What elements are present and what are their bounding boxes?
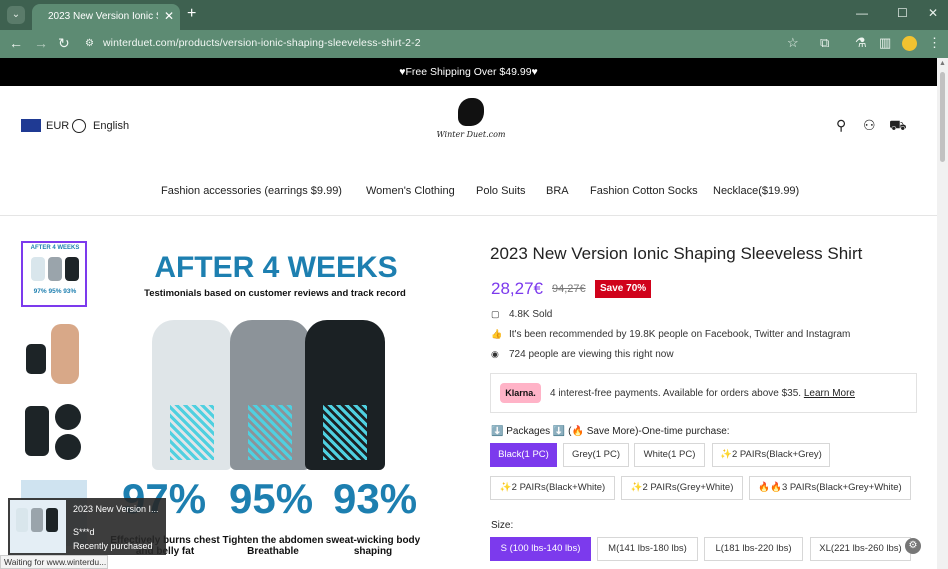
close-icon[interactable]: ✕: [164, 9, 174, 23]
eu-flag-icon: [21, 119, 41, 132]
nav-item-fashion-accessories[interactable]: Fashion accessories (earrings $9.99): [161, 185, 342, 197]
klarna-text: 4 interest-free payments. Available for …: [550, 388, 855, 399]
currency-selector[interactable]: EUR: [21, 119, 69, 132]
search-icon[interactable]: ⚲: [836, 117, 846, 134]
nav-item-cotton-socks[interactable]: Fashion Cotton Socks: [590, 185, 698, 197]
package-option[interactable]: ✨2 PAIRs(Black+Grey): [712, 443, 830, 467]
recommend-text: It's been recommended by 19.8K people on…: [509, 329, 851, 340]
forward-icon[interactable]: →: [34, 35, 48, 51]
gallery-thumbnail[interactable]: [21, 322, 87, 388]
package-option[interactable]: Black(1 PC): [490, 443, 557, 467]
package-option[interactable]: 🔥🔥3 PAIRs(Black+Grey+White): [749, 476, 911, 500]
nav-item-womens-clothing[interactable]: Women's Clothing: [366, 185, 455, 197]
klarna-description: 4 interest-free payments. Available for …: [550, 388, 802, 399]
back-icon[interactable]: ←: [9, 35, 23, 51]
site-logo[interactable]: Winter Duet.com: [432, 98, 510, 146]
main-nav: Fashion accessories (earrings $9.99) Wom…: [0, 185, 937, 201]
thumbs-up-icon: 👍: [491, 329, 503, 339]
scroll-thumb[interactable]: [940, 72, 945, 162]
size-option[interactable]: L(181 lbs-220 lbs): [704, 537, 803, 561]
tab-title: 2023 New Version Ionic Shapi: [48, 11, 158, 22]
popup-subtitle: Recently purchased: [73, 541, 153, 551]
tab-search-icon[interactable]: ⌄: [7, 6, 25, 24]
status-bar: Waiting for www.winterdu...: [0, 555, 108, 569]
currency-label: EUR: [46, 119, 70, 132]
stat-value: 95%: [229, 475, 314, 522]
gallery-thumbnail[interactable]: AFTER 4 WEEKS 97% 95% 93%: [21, 241, 87, 307]
account-icon[interactable]: ⚇: [863, 117, 876, 134]
profile-avatar-icon[interactable]: [902, 36, 917, 51]
language-label: English: [93, 120, 130, 132]
image-headline: AFTER 4 WEEKS: [154, 251, 398, 284]
recent-purchase-popup[interactable]: 2023 New Version I... S***d Recently pur…: [8, 498, 166, 555]
stat-caption: Tighten the abdomen Breathable: [222, 535, 324, 557]
active-tab[interactable]: 2023 New Version Ionic Shapi ✕: [32, 4, 180, 30]
sold-count: ▢ 4.8K Sold: [491, 309, 552, 320]
viewing-text: 724 people are viewing this right now: [509, 349, 674, 360]
tab-strip: ⌄ 2023 New Version Ionic Shapi ✕ + — ☐ ✕: [0, 0, 948, 30]
size-option[interactable]: S (100 lbs-140 lbs): [490, 537, 591, 561]
site-info-icon[interactable]: ⚙: [85, 38, 94, 49]
popup-buyer: S***d: [73, 527, 95, 537]
bookmark-star-icon[interactable]: ☆: [787, 35, 799, 51]
browser-toolbar: ← → ↻ ⚙ winterduet.com/products/version-…: [0, 30, 948, 58]
chat-help-icon[interactable]: ⚙: [905, 538, 921, 554]
extensions-icon[interactable]: ⧉: [820, 35, 829, 51]
close-window-icon[interactable]: ✕: [928, 6, 938, 20]
package-option[interactable]: ✨2 PAIRs(Black+White): [490, 476, 615, 500]
package-option[interactable]: Grey(1 PC): [563, 443, 629, 467]
product-title: 2023 New Version Ionic Shaping Sleeveles…: [490, 244, 863, 263]
eye-icon: ◉: [491, 349, 499, 359]
language-selector[interactable]: English: [72, 119, 129, 133]
nav-item-bra[interactable]: BRA: [546, 185, 569, 197]
original-price: 94,27€: [552, 283, 586, 295]
klarna-box: Klarna. 4 interest-free payments. Availa…: [490, 373, 917, 413]
minimize-icon[interactable]: —: [856, 6, 868, 20]
scroll-up-icon[interactable]: ▲: [939, 60, 946, 67]
nav-item-necklace[interactable]: Necklace($19.99): [713, 185, 799, 197]
divider: [0, 215, 937, 216]
address-bar[interactable]: winterduet.com/products/version-ionic-sh…: [103, 37, 421, 49]
klarna-logo: Klarna.: [500, 383, 541, 403]
stat-value: 93%: [333, 475, 418, 522]
sale-price: 28,27€: [491, 279, 543, 298]
package-option[interactable]: White(1 PC): [634, 443, 705, 467]
recommend-row: 👍 It's been recommended by 19.8K people o…: [491, 329, 850, 340]
cart-icon[interactable]: ⛟: [889, 117, 907, 136]
announcement-bar: ♥Free Shipping Over $49.99♥: [0, 58, 937, 86]
new-tab-icon[interactable]: +: [187, 5, 196, 23]
lab-icon[interactable]: ⚗: [855, 35, 867, 51]
save-badge: Save 70%: [595, 280, 652, 298]
maximize-icon[interactable]: ☐: [897, 6, 908, 20]
size-option[interactable]: XL(221 lbs-260 lbs): [810, 537, 911, 561]
sold-text: 4.8K Sold: [509, 309, 553, 320]
reload-icon[interactable]: ↻: [58, 35, 70, 52]
logo-text: Winter Duet.com: [436, 130, 506, 139]
package-option[interactable]: ✨2 PAIRs(Grey+White): [621, 476, 743, 500]
size-label: Size:: [491, 520, 514, 531]
nav-item-polo-suits[interactable]: Polo Suits: [476, 185, 526, 197]
globe-icon: [72, 119, 86, 133]
sidepanel-icon[interactable]: ▥: [879, 35, 891, 51]
ionic-pattern: [323, 405, 367, 460]
horse-logo-icon: [458, 98, 484, 126]
bag-icon: ▢: [491, 309, 500, 319]
image-subhead: Testimonials based on customer reviews a…: [144, 288, 406, 299]
viewing-row: ◉ 724 people are viewing this right now: [491, 349, 674, 360]
size-option[interactable]: M(141 lbs-180 lbs): [597, 537, 698, 561]
scrollbar[interactable]: ▲: [937, 58, 948, 569]
ionic-pattern: [170, 405, 214, 460]
klarna-learn-more-link[interactable]: Learn More: [804, 388, 855, 399]
ionic-pattern: [248, 405, 292, 460]
stat-caption: sweat-wicking body shaping: [325, 535, 421, 557]
menu-kebab-icon[interactable]: ⋮: [928, 35, 941, 51]
gallery-thumbnail[interactable]: [21, 400, 87, 466]
packages-label: ⬇️ Packages ⬇️ (🔥 Save More)-One-time pu…: [491, 426, 730, 437]
popup-product-image: [10, 500, 66, 553]
popup-title: 2023 New Version I...: [73, 504, 159, 514]
